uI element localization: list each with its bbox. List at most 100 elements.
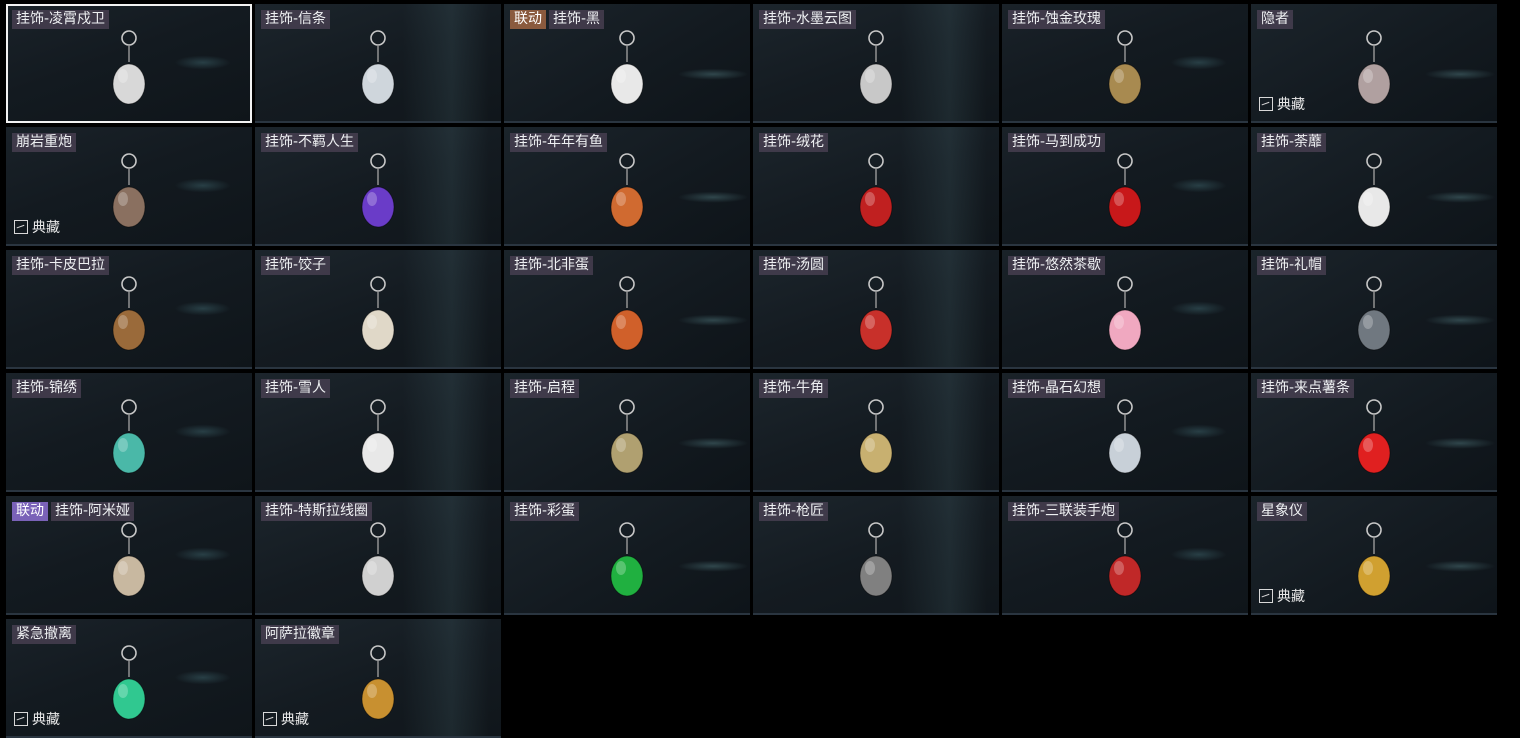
card-label-row: 挂饰-绒花 [759,133,829,152]
charm-name: 挂饰-礼帽 [1257,256,1327,275]
card-label-row: 挂饰-锦绣 [12,379,82,398]
charm-card[interactable]: 挂饰-牛角 [753,373,999,492]
charm-card[interactable]: 挂饰-三联装手炮 [1002,496,1248,615]
card-label-row: 挂饰-饺子 [261,256,331,275]
charm-card[interactable]: 阿萨拉徽章典藏 [255,619,501,738]
snowman-charm-icon [361,399,395,474]
collection-label: 典藏 [1277,97,1305,113]
white-flower-charm-icon [1357,153,1391,228]
ink-ball-charm-icon [859,30,893,105]
goblet-charm-icon [361,30,395,105]
charm-name: 挂饰-荼蘼 [1257,133,1327,152]
collection-label: 典藏 [32,712,60,728]
charm-card[interactable]: 挂饰-悠然茶歇 [1002,250,1248,369]
charm-card[interactable]: 挂饰-马到成功 [1002,127,1248,246]
charm-card[interactable]: 紧急撤离 典藏 [6,619,252,738]
card-label-row: 挂饰-北非蛋 [510,256,594,275]
collection-badge: 典藏 [14,217,60,237]
card-label-row: 挂饰-彩蛋 [510,502,580,521]
charm-name: 挂饰-启程 [510,379,580,398]
charm-name: 星象仪 [1257,502,1307,521]
charm-card[interactable]: 挂饰-荼蘼 [1251,127,1497,246]
collab-tag: 联动 [12,502,48,521]
charm-card[interactable]: 崩岩重炮 典藏 [6,127,252,246]
charm-card[interactable]: 挂饰-来点薯条 [1251,373,1497,492]
card-charm-icon [610,30,644,105]
hand-cannon-charm-icon [1108,522,1142,597]
charm-card[interactable]: 挂饰-凌霄戍卫 [6,4,252,123]
charm-card[interactable]: 挂饰-枪匠 [753,496,999,615]
charm-card[interactable]: 挂饰-信条 [255,4,501,123]
green-egg-charm-icon [610,522,644,597]
charm-name: 隐者 [1257,10,1293,29]
collection-icon [263,712,277,726]
charm-card[interactable]: 挂饰-北非蛋 [504,250,750,369]
crystal-cube-charm-icon [1108,399,1142,474]
rock-soldier-charm-icon [112,153,146,228]
fries-charm-icon [1357,399,1391,474]
charm-card[interactable]: 挂饰-不羁人生 [255,127,501,246]
collection-badge: 典藏 [14,709,60,729]
charm-name: 挂饰-绒花 [759,133,829,152]
collection-icon [14,220,28,234]
bull-horns-charm-icon [859,399,893,474]
collection-icon [1259,97,1273,111]
charm-name: 挂饰-雪人 [261,379,331,398]
bunny-charm-icon [112,522,146,597]
charm-name: 挂饰-汤圆 [759,256,829,275]
charm-card[interactable]: 挂饰-特斯拉线圈 [255,496,501,615]
shakshuka-charm-icon [610,276,644,351]
cupcake-charm-icon [1108,276,1142,351]
charm-name: 挂饰-信条 [261,10,331,29]
collection-icon [14,712,28,726]
charm-card[interactable]: 隐者典藏 [1251,4,1497,123]
charm-name: 阿萨拉徽章 [261,625,339,644]
charm-name: 挂饰-枪匠 [759,502,829,521]
charm-name: 挂饰-牛角 [759,379,829,398]
charm-card[interactable]: 挂饰-饺子 [255,250,501,369]
charm-name: 崩岩重炮 [12,133,76,152]
collection-badge: 典藏 [1259,586,1305,606]
dumpling-plate-charm-icon [361,276,395,351]
collection-label: 典藏 [281,712,309,728]
capybara-charm-icon [112,276,146,351]
card-label-row: 挂饰-荼蘼 [1257,133,1327,152]
charm-card[interactable]: 挂饰-汤圆 [753,250,999,369]
charm-card[interactable]: 挂饰-锦绣 [6,373,252,492]
charm-card[interactable]: 挂饰-绒花 [753,127,999,246]
charm-card[interactable]: 星象仪 典藏 [1251,496,1497,615]
tarot-card-charm-icon [1357,30,1391,105]
card-label-row: 星象仪 [1257,502,1307,521]
card-label-row: 联动 挂饰-黑 [510,10,605,29]
butterfly-charm-icon [112,399,146,474]
card-label-row: 挂饰-汤圆 [759,256,829,275]
card-label-row: 挂饰-启程 [510,379,580,398]
card-label-row: 崩岩重炮 [12,133,76,152]
charm-card[interactable]: 挂饰-雪人 [255,373,501,492]
charm-card[interactable]: 挂饰-启程 [504,373,750,492]
charm-card[interactable]: 挂饰-年年有鱼 [504,127,750,246]
top-hat-charm-icon [1357,276,1391,351]
charm-card[interactable]: 联动 挂饰-阿米娅 [6,496,252,615]
card-label-row: 挂饰-牛角 [759,379,829,398]
badge-charm-icon [361,645,395,720]
collection-badge: 典藏 [263,709,309,729]
charm-card[interactable]: 挂饰-卡皮巴拉 [6,250,252,369]
collection-icon [1259,589,1273,603]
exit-sign-charm-icon [112,645,146,720]
charm-card[interactable]: 挂饰-彩蛋 [504,496,750,615]
gun-case-charm-icon [859,522,893,597]
tesla-coil-charm-icon [361,522,395,597]
charm-card[interactable]: 挂饰-礼帽 [1251,250,1497,369]
card-label-row: 挂饰-雪人 [261,379,331,398]
charm-card[interactable]: 挂饰-蚀金玫瑰 [1002,4,1248,123]
card-label-row: 隐者 [1257,10,1293,29]
charm-grid: 挂饰-凌霄戍卫 挂饰-信条 联动 挂饰-黑 挂饰-水墨云图 挂饰-蚀金玫瑰 隐者 典藏 崩岩重炮… [6,4,1497,738]
fish-plate-charm-icon [610,153,644,228]
charm-card[interactable]: 挂饰-水墨云图 [753,4,999,123]
collection-badge: 典藏 [1259,94,1305,114]
tangyuan-bowl-charm-icon [859,276,893,351]
charm-name: 挂饰-饺子 [261,256,331,275]
charm-card[interactable]: 联动 挂饰-黑 [504,4,750,123]
charm-card[interactable]: 挂饰-晶石幻想 [1002,373,1248,492]
